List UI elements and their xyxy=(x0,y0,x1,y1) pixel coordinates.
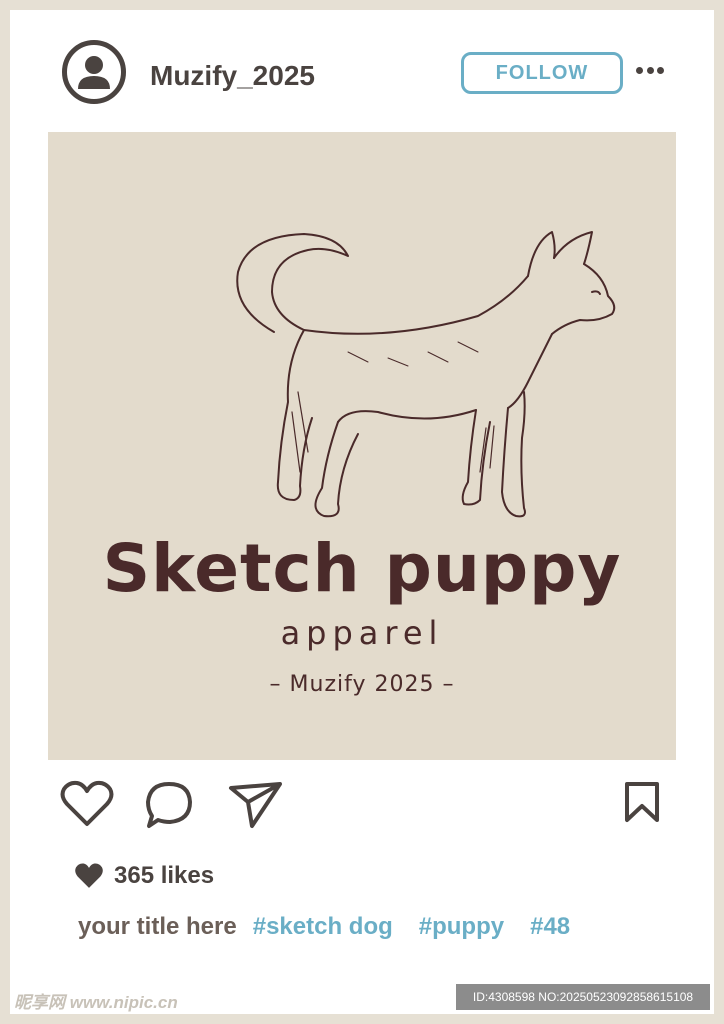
hashtag[interactable]: #sketch dog xyxy=(253,913,393,941)
hashtag[interactable]: #puppy xyxy=(419,913,504,941)
brand-subtitle: apparel xyxy=(280,614,444,652)
watermark-id: ID:4308598 NO:20250523092858615108 xyxy=(456,984,710,1010)
brand-credit: – Muzify 2025 – xyxy=(269,672,455,697)
username[interactable]: Muzify_2025 xyxy=(150,60,315,92)
likes-count: 365 likes xyxy=(114,862,215,889)
share-icon[interactable] xyxy=(228,780,284,830)
avatar[interactable] xyxy=(62,40,126,104)
sketch-dog-illustration xyxy=(236,231,616,518)
post-image[interactable]: Sketch puppy apparel – Muzify 2025 – xyxy=(48,132,676,760)
heart-icon[interactable] xyxy=(60,780,114,828)
user-icon xyxy=(78,56,110,89)
follow-button[interactable]: FOLLOW xyxy=(461,52,623,94)
hashtag[interactable]: #48 xyxy=(530,913,570,941)
post-card: Muzify_2025 FOLLOW Sketch puppy apparel … xyxy=(10,10,714,1014)
heart-filled-icon xyxy=(75,863,103,888)
brand-title: Sketch puppy xyxy=(102,530,622,607)
watermark-site: 昵享网 www.nipic.cn xyxy=(14,993,178,1012)
caption-title: your title here xyxy=(78,913,237,940)
caption-row: your title here #sketch dog #puppy #48 xyxy=(78,910,596,944)
more-icon[interactable] xyxy=(636,62,664,78)
bookmark-icon[interactable] xyxy=(622,780,662,824)
action-bar xyxy=(10,780,714,850)
likes-row[interactable]: 365 likes xyxy=(74,860,214,892)
post-header: Muzify_2025 FOLLOW xyxy=(10,10,714,140)
comment-icon[interactable] xyxy=(144,780,194,830)
